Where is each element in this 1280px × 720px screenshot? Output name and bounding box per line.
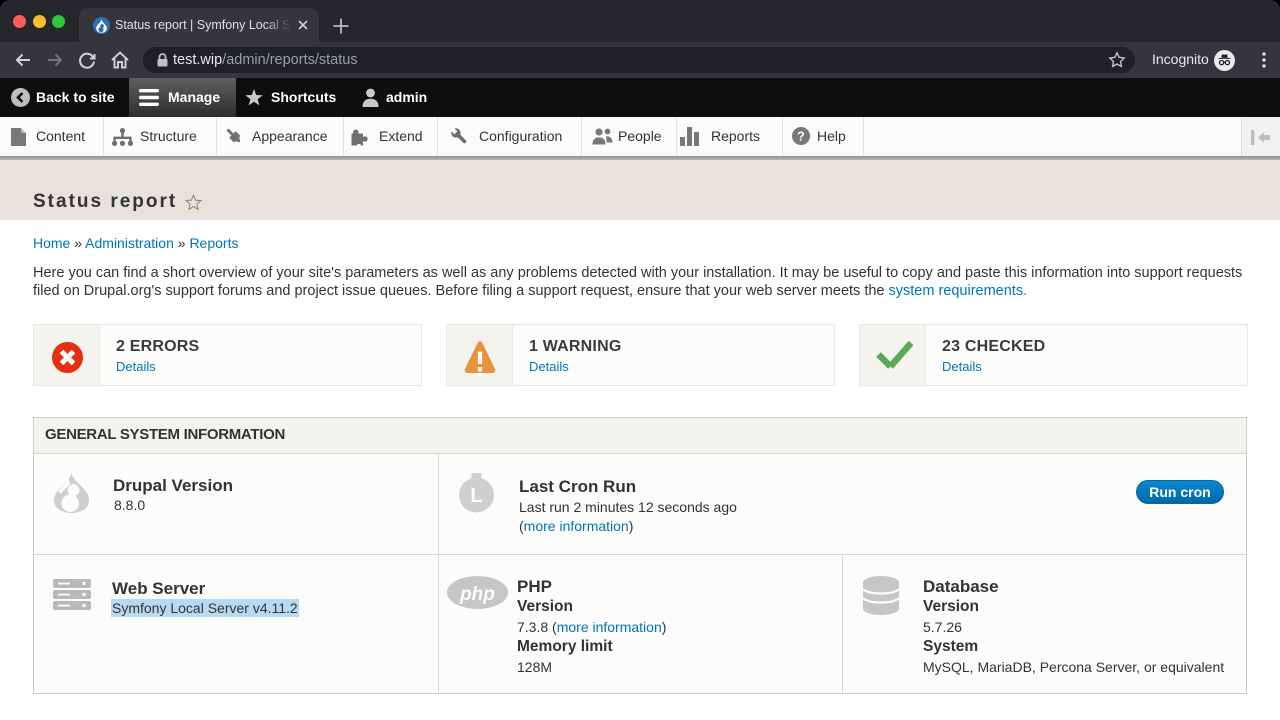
svg-text:?: ?: [797, 129, 805, 143]
svg-text:L: L: [470, 485, 482, 507]
svg-text:php: php: [459, 584, 495, 605]
